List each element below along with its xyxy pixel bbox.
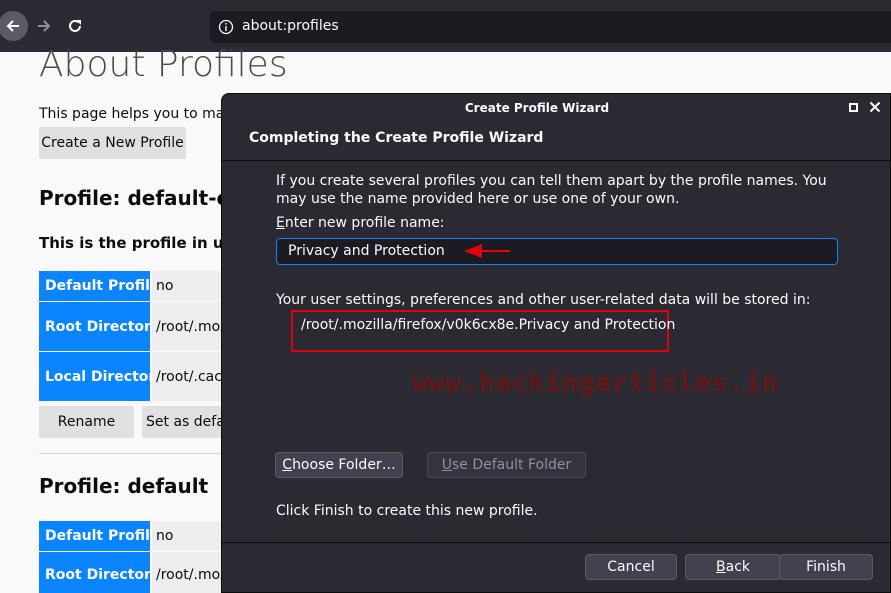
- use-default-folder-label: se Default Folder: [452, 457, 572, 473]
- back-button[interactable]: Back: [685, 554, 781, 580]
- profile-name-label-text: nter new profile name:: [284, 215, 445, 231]
- profile-name-value: Privacy and Protection: [288, 243, 445, 259]
- choose-folder-button[interactable]: Choose Folder…: [275, 452, 403, 478]
- annotation-highlight-box: /root/.mozilla/firefox/v0k6cx8e.Privacy …: [291, 310, 675, 352]
- table-header-root-directory: Root Directory: [39, 302, 160, 351]
- table-cell-default-profile: no: [152, 271, 232, 301]
- table-header-default-profile: Default Profile: [39, 271, 159, 301]
- set-as-default-button[interactable]: Set as defau: [142, 406, 232, 438]
- create-profile-wizard-dialog: Create Profile Wizard Completing the Cre…: [221, 93, 891, 593]
- maximize-icon[interactable]: [849, 103, 858, 112]
- header-separator: [222, 160, 890, 161]
- back-button[interactable]: [0, 11, 28, 41]
- use-default-folder-button[interactable]: Use Default Folder: [427, 452, 586, 478]
- mnemonic-c: C: [282, 457, 293, 473]
- table-header-default-profile: Default Profile: [39, 521, 159, 551]
- footer-separator: [222, 542, 890, 543]
- rename-button[interactable]: Rename: [39, 406, 134, 438]
- profile-in-use-note: This is the profile in use: [39, 234, 243, 252]
- finish-button[interactable]: Finish: [779, 554, 873, 580]
- table-cell-default-profile: no: [152, 521, 232, 551]
- annotation-arrow-icon: [464, 244, 510, 258]
- profile-name-input[interactable]: Privacy and Protection: [276, 238, 838, 265]
- forward-button[interactable]: [29, 11, 59, 41]
- mnemonic-u: U: [441, 457, 452, 473]
- arrow-left-icon: [6, 20, 19, 32]
- close-icon[interactable]: [867, 99, 883, 115]
- reload-button[interactable]: [60, 11, 90, 41]
- arrow-right-icon: [38, 20, 51, 32]
- page-description: This page helps you to man: [39, 106, 234, 122]
- cancel-button[interactable]: Cancel: [585, 554, 677, 580]
- reload-icon: [69, 19, 81, 32]
- info-icon[interactable]: [218, 19, 234, 35]
- storage-path: /root/.mozilla/firefox/v0k6cx8e.Privacy …: [301, 317, 676, 333]
- url-bar[interactable]: about:profiles: [210, 11, 891, 43]
- storage-location-label: Your user settings, preferences and othe…: [276, 292, 811, 308]
- finish-instruction: Click Finish to create this new profile.: [276, 503, 538, 519]
- profile-title: Profile: default: [39, 474, 209, 498]
- dialog-title: Create Profile Wizard: [464, 101, 610, 115]
- create-new-profile-button[interactable]: Create a New Profile: [39, 127, 186, 159]
- choose-folder-label: hoose Folder…: [292, 457, 396, 473]
- page-title: About Profiles: [39, 44, 288, 85]
- profile-name-label: Enter new profile name:: [276, 215, 445, 231]
- mnemonic-e: E: [276, 215, 285, 231]
- table-cell-local-directory: /root/.cach: [152, 352, 232, 401]
- table-header-root-directory: Root Directory: [39, 552, 160, 593]
- watermark: www.hackingarticles.in: [412, 368, 779, 398]
- profile-title: Profile: default-es: [39, 186, 242, 210]
- table-cell-root-directory: /root/.moz: [152, 302, 232, 351]
- wizard-page-header: Completing the Create Profile Wizard: [249, 130, 544, 146]
- section-divider: [39, 453, 239, 454]
- table-header-local-directory: Local Directory: [39, 352, 164, 401]
- table-cell-root-directory: /root/.moz: [152, 552, 232, 593]
- wizard-description: If you create several profiles you can t…: [276, 173, 827, 207]
- back-label: ack: [725, 559, 750, 575]
- mnemonic-b: B: [716, 559, 726, 575]
- url-text: about:profiles: [242, 18, 339, 34]
